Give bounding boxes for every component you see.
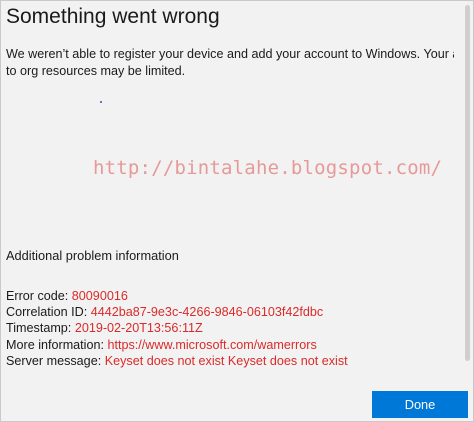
- vertical-scrollbar[interactable]: [465, 5, 470, 361]
- correlation-id-row: Correlation ID: 4442ba87-9e3c-4266-9846-…: [6, 304, 451, 320]
- error-details: Error code: 80090016 Correlation ID: 444…: [6, 288, 451, 369]
- more-info-label: More information:: [6, 337, 104, 352]
- error-message: We weren’t able to register your device …: [6, 46, 454, 79]
- blog-watermark: http://bintalahe.blogspot.com/: [93, 157, 443, 179]
- more-info-row: More information: https://www.microsoft.…: [6, 337, 451, 353]
- correlation-id-label: Correlation ID:: [6, 305, 88, 320]
- error-dialog: Something went wrong We weren’t able to …: [0, 0, 474, 422]
- done-button[interactable]: Done: [372, 391, 468, 418]
- error-code-label: Error code:: [6, 289, 69, 303]
- timestamp-row: Timestamp: 2019-02-20T13:56:11Z: [6, 320, 451, 336]
- additional-info-heading: Additional problem information: [6, 248, 179, 263]
- timestamp-label: Timestamp:: [6, 321, 72, 336]
- server-message-label: Server message:: [6, 353, 102, 368]
- dialog-footer: Done: [1, 372, 473, 421]
- server-message-value: Keyset does not exist Keyset does not ex…: [104, 353, 348, 368]
- correlation-id-value: 4442ba87-9e3c-4266-9846-06103f42fdbc: [90, 305, 324, 320]
- error-code-row: Error code: 80090016: [6, 288, 451, 304]
- stray-dot: [100, 101, 102, 103]
- error-message-line-2: to org resources may be limited.: [6, 63, 186, 78]
- more-info-link[interactable]: https://www.microsoft.com/wamerrors: [108, 338, 317, 352]
- timestamp-value: 2019-02-20T13:56:11Z: [74, 321, 203, 336]
- dialog-title: Something went wrong: [6, 5, 220, 28]
- server-message-row: Server message: Keyset does not exist Ke…: [6, 353, 451, 369]
- error-code-value: 80090016: [71, 289, 128, 303]
- error-message-line-1: We weren’t able to register your device …: [6, 47, 454, 61]
